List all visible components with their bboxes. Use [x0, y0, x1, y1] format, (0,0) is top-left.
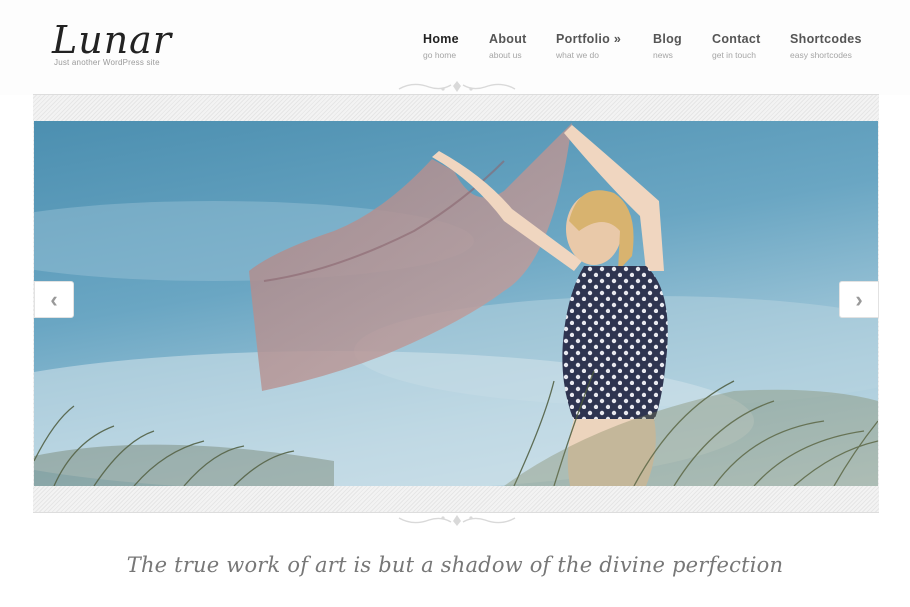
nav-sublabel: easy shortcodes: [790, 50, 852, 60]
nav-item-home[interactable]: Home go home: [423, 32, 459, 60]
nav-sublabel: about us: [489, 50, 522, 60]
nav-label: About: [489, 32, 527, 46]
chevron-right-icon: ›: [855, 286, 863, 312]
ornament-divider-bottom: [398, 515, 516, 526]
main-nav: Home go home About about us Portfolio » …: [0, 32, 910, 72]
nav-item-portfolio[interactable]: Portfolio » what we do: [556, 32, 621, 60]
nav-item-blog[interactable]: Blog news: [653, 32, 682, 60]
ornament-divider-top: [398, 81, 516, 92]
nav-item-about[interactable]: About about us: [489, 32, 527, 60]
featured-quote: The true work of art is but a shadow of …: [126, 553, 784, 577]
nav-label: Blog: [653, 32, 682, 46]
chevron-left-icon: ‹: [50, 286, 58, 312]
nav-label: Home: [423, 32, 459, 46]
slide-image: [34, 121, 878, 486]
nav-label: Shortcodes: [790, 32, 862, 46]
nav-item-shortcodes[interactable]: Shortcodes easy shortcodes: [790, 32, 862, 60]
nav-sublabel: get in touch: [712, 50, 756, 60]
nav-label: Portfolio »: [556, 32, 622, 46]
slider-prev-button[interactable]: ‹: [34, 281, 74, 318]
nav-sublabel: what we do: [556, 50, 599, 60]
slider-next-button[interactable]: ›: [839, 281, 879, 318]
nav-label: Contact: [712, 32, 761, 46]
nav-item-contact[interactable]: Contact get in touch: [712, 32, 761, 60]
slide-photo-illustration: [34, 123, 878, 486]
nav-sublabel: news: [653, 50, 673, 60]
nav-sublabel: go home: [423, 50, 457, 60]
